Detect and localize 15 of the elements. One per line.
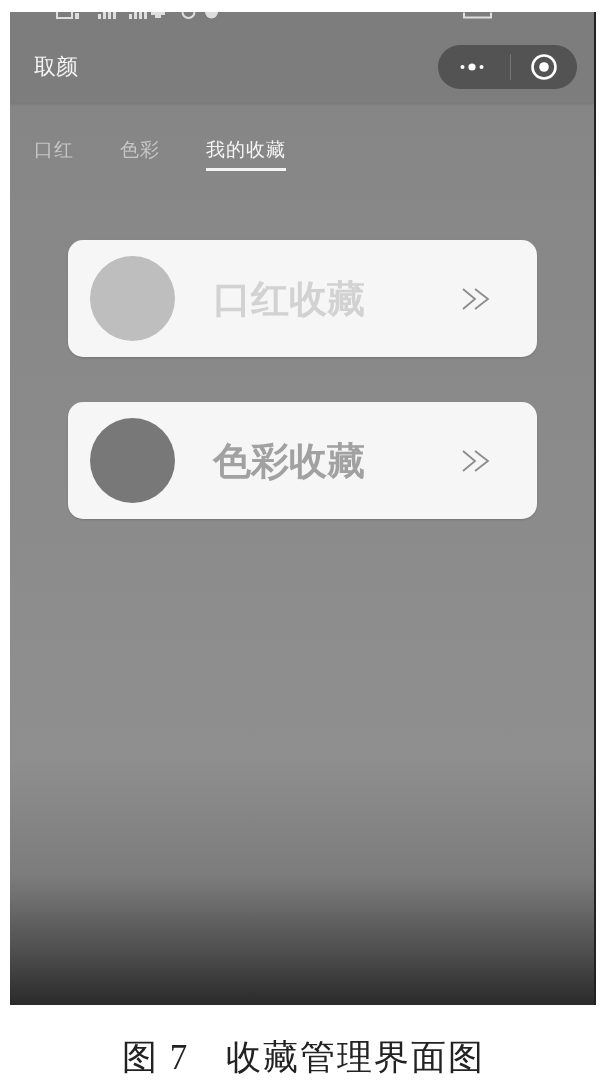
figure-caption: 收藏管理界面图 — [226, 1038, 486, 1078]
app-title: 取颜 — [34, 53, 78, 81]
signal-icon — [98, 12, 117, 19]
double-chevron-icon — [462, 287, 490, 310]
tab[interactable]: 口红 — [34, 138, 74, 171]
rectangle-icon — [56, 12, 81, 19]
signal-icon — [129, 12, 167, 19]
figure-number: 图 7 — [121, 1038, 190, 1078]
more-icon[interactable] — [460, 63, 484, 71]
collection-card[interactable]: 色彩收藏 — [68, 402, 537, 519]
double-chevron-icon — [462, 449, 490, 472]
tab[interactable]: 我的收藏 — [206, 138, 286, 171]
battery-icon — [463, 12, 494, 19]
tab[interactable]: 色彩 — [120, 138, 160, 171]
target-icon[interactable] — [531, 54, 557, 80]
